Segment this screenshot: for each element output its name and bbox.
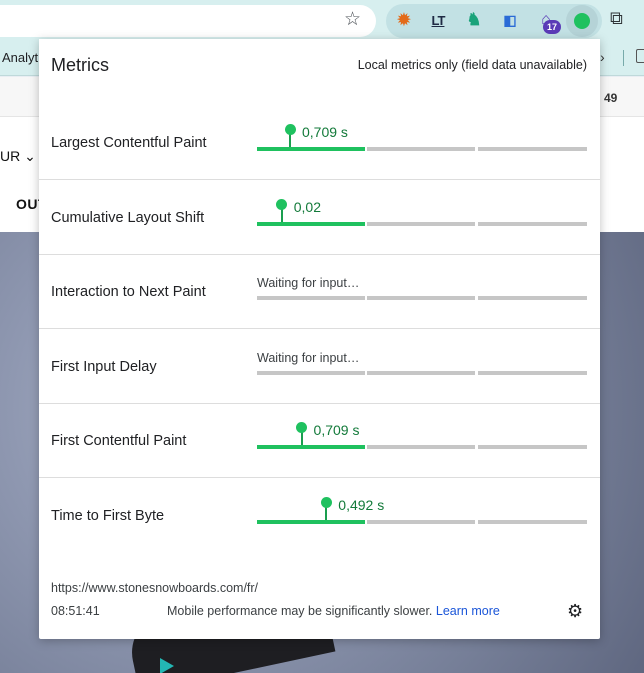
tag-icon[interactable]: ◧ [500, 10, 520, 30]
threshold-segment-good [257, 519, 365, 524]
metric-row: First Input Delay Waiting for input… [39, 330, 600, 404]
metric-waiting: Waiting for input… [257, 276, 360, 290]
learn-more-link[interactable]: Learn more [436, 604, 500, 618]
value-marker-stem [300, 431, 303, 445]
currency-label: UR [0, 148, 21, 164]
metric-row: Largest Contentful Paint 0,709 s [39, 106, 600, 180]
metric-label: First Input Delay [51, 358, 157, 375]
metric-label: Cumulative Layout Shift [51, 209, 205, 226]
threshold-segment-good [257, 370, 365, 375]
metric-row: Time to First Byte 0,492 s [39, 479, 600, 553]
gear-icon[interactable]: ⚙ [567, 602, 583, 620]
metrics-popup: Metrics Local metrics only (field data u… [39, 39, 600, 639]
threshold-segment-good [257, 147, 365, 151]
threshold-segment-poor [478, 370, 587, 375]
footer-message-text: Mobile performance may be significantly … [167, 604, 433, 618]
value-marker-stem [280, 207, 283, 222]
threshold-segment-good [257, 445, 365, 449]
threshold-segment-needs-improvement [367, 296, 475, 300]
metric-row: First Contentful Paint 0,709 s [39, 404, 600, 478]
metric-row: Interaction to Next Paint Waiting for inp… [39, 255, 600, 329]
dino-icon[interactable]: ♞ [464, 10, 484, 30]
extension-badge: 17 [543, 20, 561, 34]
value-marker-stem [325, 505, 328, 520]
fox-icon[interactable]: ✹ [394, 10, 414, 30]
threshold-segment-needs-improvement [367, 370, 475, 375]
bookmark-item[interactable]: Analyt [2, 50, 38, 65]
threshold-segment-needs-improvement [367, 147, 475, 151]
value-marker [284, 124, 296, 135]
bookmark-separator [623, 50, 624, 66]
threshold-segment-poor [478, 296, 587, 300]
metric-value: 0,492 s [338, 496, 385, 513]
value-marker [320, 496, 332, 508]
web-vitals-icon[interactable] [574, 13, 590, 29]
browser-toolbar: ☆ ✹ LT ♞ ◧ ⌂ 17 ⧉ [0, 0, 644, 40]
lt-icon[interactable]: LT [428, 10, 448, 30]
threshold-segment-needs-improvement [367, 445, 475, 449]
threshold-segment-poor [478, 221, 587, 226]
threshold-segment-poor [478, 147, 587, 151]
metric-label: First Contentful Paint [51, 433, 187, 449]
address-bar[interactable] [0, 5, 376, 37]
threshold-segment-needs-improvement [367, 519, 475, 524]
metric-label: Time to First Byte [51, 507, 165, 524]
metric-label: Largest Contentful Paint [51, 135, 207, 151]
metric-value: 0,709 s [302, 124, 348, 140]
value-marker [276, 198, 288, 210]
metric-row: Cumulative Layout Shift 0,02 [39, 181, 600, 255]
page-url: https://www.stonesnowboards.com/fr/ [51, 581, 259, 595]
threshold-segment-needs-improvement [367, 221, 475, 226]
popup-title: Metrics [51, 55, 109, 75]
metric-value: 0,709 s [313, 422, 360, 438]
reading-list-icon[interactable] [636, 49, 644, 63]
value-marker-stem [289, 133, 291, 147]
threshold-segment-good [257, 221, 365, 226]
threshold-segment-poor [478, 445, 587, 449]
value-marker [296, 422, 308, 433]
metric-label: Interaction to Next Paint [51, 284, 206, 300]
currency-selector[interactable]: UR ⌄ [0, 148, 36, 165]
cart-count: 49 [604, 91, 618, 105]
puzzle-icon[interactable]: ⧉ [610, 8, 623, 29]
popup-note: Local metrics only (field data unavailab… [357, 58, 587, 72]
footer-message: Mobile performance may be significantly … [167, 604, 500, 618]
star-icon[interactable]: ☆ [344, 9, 361, 31]
metric-waiting: Waiting for input… [257, 350, 360, 365]
chevron-right-icon[interactable]: › [600, 49, 605, 65]
timestamp: 08:51:41 [51, 604, 100, 618]
metric-value: 0,02 [293, 198, 321, 215]
threshold-segment-good [257, 296, 365, 300]
threshold-segment-poor [478, 519, 587, 524]
